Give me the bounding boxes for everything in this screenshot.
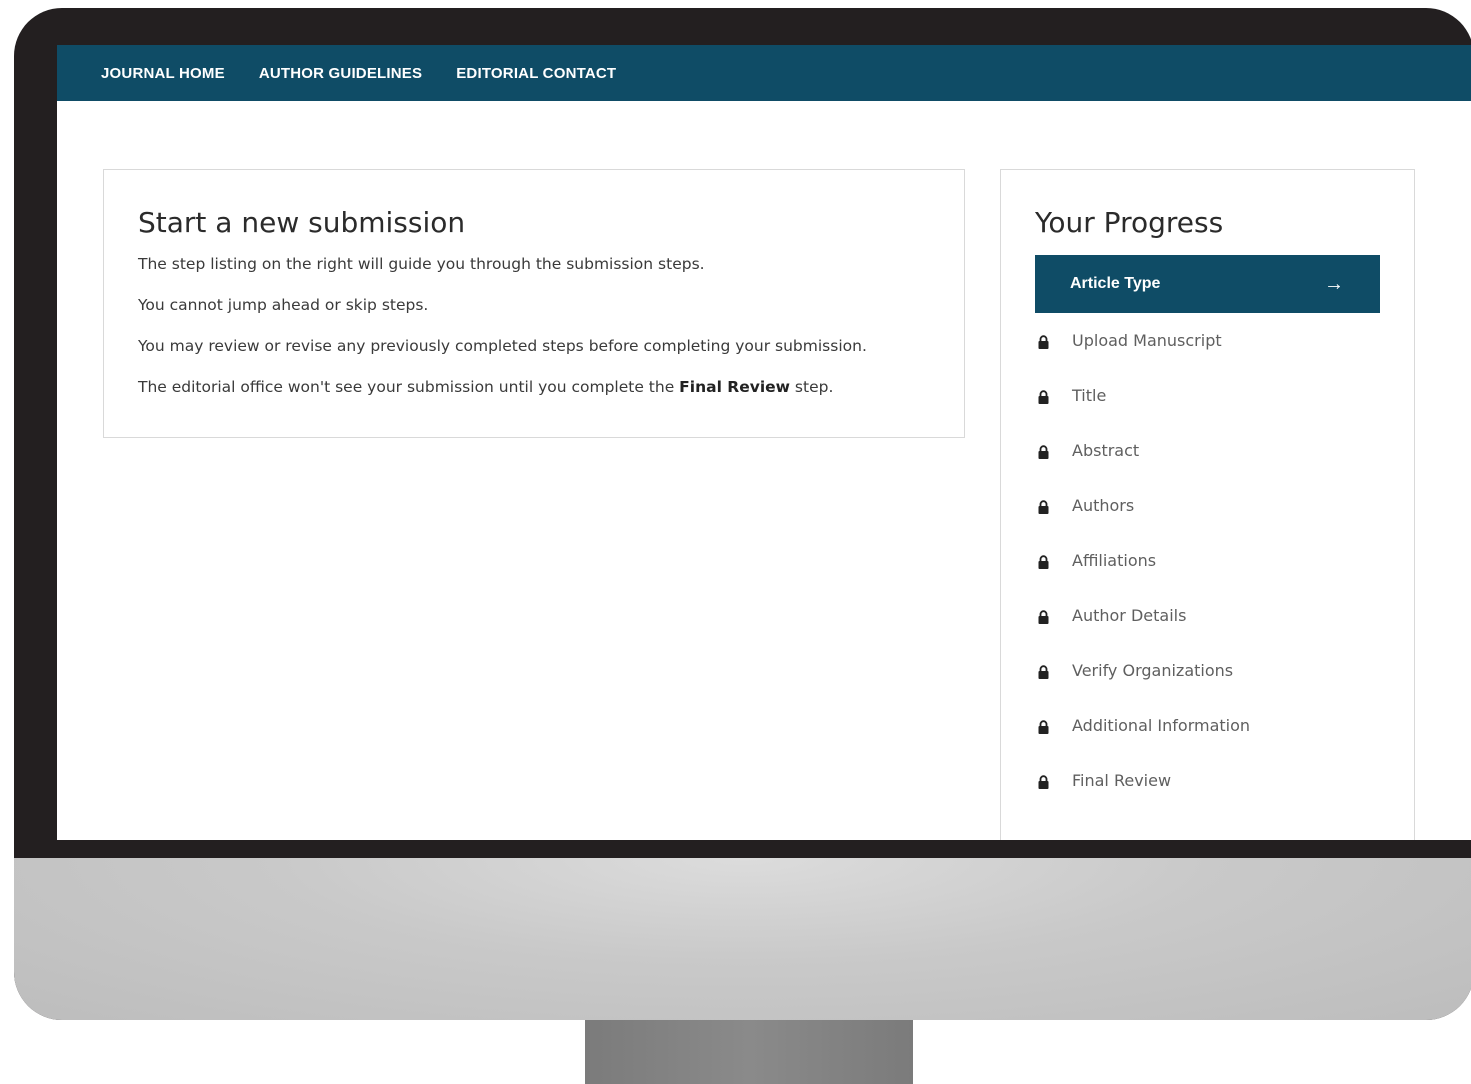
step-item-label: Title	[1072, 386, 1107, 405]
intro-card: Start a new submission The step listing …	[103, 169, 965, 438]
step-item: Affiliations	[1035, 533, 1380, 588]
screen: JOURNAL HOME AUTHOR GUIDELINES EDITORIAL…	[57, 45, 1471, 840]
final-review-emphasis: Final Review	[679, 378, 790, 396]
step-item-label: Author Details	[1072, 606, 1187, 625]
step-item: Authors	[1035, 478, 1380, 533]
intro-line-4-prefix: The editorial office won't see your subm…	[138, 378, 680, 396]
arrow-right-icon: →	[1324, 272, 1344, 295]
monitor-chin	[14, 858, 1471, 1020]
step-list: Upload Manuscript Title Abstract Authors Aff…	[1035, 313, 1380, 808]
step-item-label: Final Review	[1072, 771, 1172, 790]
lock-icon	[1038, 389, 1049, 404]
progress-card: Your Progress Article Type → Upload Manu…	[1000, 169, 1415, 840]
lock-icon	[1038, 609, 1049, 624]
step-item: Author Details	[1035, 588, 1380, 643]
nav-editorial-contact[interactable]: EDITORIAL CONTACT	[456, 65, 616, 82]
page-title: Start a new submission	[138, 206, 466, 239]
intro-line-3: You may review or revise any previously …	[138, 337, 867, 355]
lock-icon	[1038, 774, 1049, 789]
lock-icon	[1038, 334, 1049, 349]
top-nav: JOURNAL HOME AUTHOR GUIDELINES EDITORIAL…	[57, 45, 1471, 101]
lock-icon	[1038, 444, 1049, 459]
step-article-type[interactable]: Article Type →	[1035, 255, 1380, 313]
progress-title: Your Progress	[1035, 206, 1224, 239]
lock-icon	[1038, 499, 1049, 514]
intro-line-4: The editorial office won't see your subm…	[138, 376, 930, 398]
step-item-label: Affiliations	[1072, 551, 1157, 570]
step-item: Abstract	[1035, 423, 1380, 478]
step-item: Additional Information	[1035, 698, 1380, 753]
step-item-label: Verify Organizations	[1072, 661, 1234, 680]
step-item-label: Authors	[1072, 496, 1135, 515]
step-item-label: Additional Information	[1072, 716, 1251, 735]
step-item-label: Upload Manuscript	[1072, 331, 1222, 350]
monitor-frame: JOURNAL HOME AUTHOR GUIDELINES EDITORIAL…	[14, 8, 1471, 1020]
step-item: Final Review	[1035, 753, 1380, 808]
intro-line-4-suffix: step.	[789, 378, 834, 396]
step-item: Verify Organizations	[1035, 643, 1380, 698]
step-article-type-label: Article Type	[1070, 275, 1161, 292]
intro-line-2: You cannot jump ahead or skip steps.	[138, 296, 429, 314]
lock-icon	[1038, 719, 1049, 734]
step-item: Title	[1035, 368, 1380, 423]
lock-icon	[1038, 664, 1049, 679]
intro-line-1: The step listing on the right will guide…	[138, 255, 705, 273]
lock-icon	[1038, 554, 1049, 569]
step-item: Upload Manuscript	[1035, 313, 1380, 368]
monitor-stand	[585, 1020, 913, 1084]
step-item-label: Abstract	[1072, 441, 1140, 460]
nav-author-guidelines[interactable]: AUTHOR GUIDELINES	[259, 65, 422, 82]
nav-journal-home[interactable]: JOURNAL HOME	[101, 65, 225, 82]
